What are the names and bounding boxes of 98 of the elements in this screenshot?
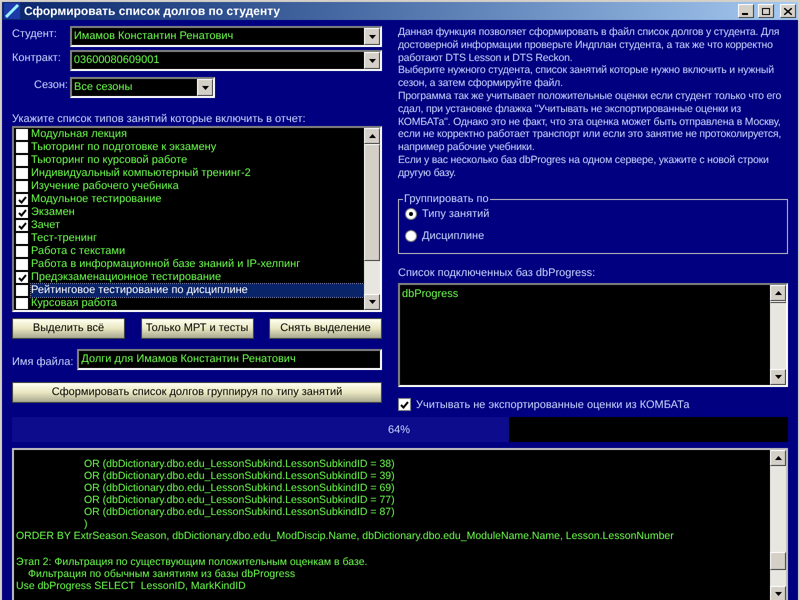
minimize-button[interactable] (738, 4, 754, 18)
scrollbar[interactable] (364, 128, 380, 310)
dropdown-button[interactable] (364, 28, 380, 45)
checkbox[interactable] (16, 142, 28, 153)
field-label: Студент: (12, 27, 58, 42)
checkbox[interactable] (398, 398, 411, 412)
dropdown[interactable]: Все сезоны (70, 77, 215, 98)
progress-reading: 64% (388, 423, 410, 438)
radio-button[interactable] (405, 208, 417, 220)
list-item[interactable]: Работа в информационной базе знаний и IP-хелпинг (31, 258, 364, 271)
checkbox[interactable] (16, 272, 28, 283)
radio-label: Типу занятий (422, 206, 490, 222)
action-button[interactable]: Только МРТ и тесты (140, 318, 254, 339)
database-item[interactable]: dbProgress (402, 286, 770, 302)
down-arrow-icon (774, 592, 782, 596)
checkbox[interactable] (16, 220, 28, 231)
checkmark-icon (18, 274, 26, 282)
down-arrow-icon (368, 300, 376, 304)
log-line: OR (dbDictionary.dbo.edu_LessonSubkind.LessonSubkindID = 69) (83, 482, 396, 494)
log-line: Use dbProgress SELECT LessonID, MarkKindID (16, 580, 247, 592)
description-paragraph: Данная функция позволяет сформировать в файл список долгов у студента. Для достоверной информации проверьте Индплан студента, а так же что корректно работают DTS Lesson и DTS Reckon. (398, 26, 780, 64)
window-title: Сформировать список долгов по студенту (24, 3, 282, 20)
maximize-button[interactable] (758, 4, 774, 18)
list-label: Список подключенных баз dbProgress: (398, 266, 596, 281)
checkbox[interactable] (16, 181, 28, 192)
list-item[interactable]: Индивидуальный компьютерный тренинг-2 (31, 167, 364, 180)
checkbox[interactable] (16, 246, 28, 257)
log-line: OR (dbDictionary.dbo.edu_LessonSubkind.LessonSubkindID = 77) (83, 494, 396, 506)
list-item[interactable]: Тест-тренинг (31, 232, 364, 245)
scroll-up-button[interactable] (770, 284, 786, 300)
scroll-down-button[interactable] (770, 368, 786, 384)
group-title: Группировать по (403, 192, 490, 206)
checkbox-label: Учитывать не экспортированные оценки из КОМБАТа (416, 398, 690, 412)
scroll-down-button[interactable] (770, 586, 786, 600)
list-item[interactable]: Экзамен (31, 206, 364, 219)
list-item[interactable]: Изучение рабочего учебника (31, 180, 364, 193)
list-item[interactable]: Предэкзаменационное тестирование (31, 271, 364, 284)
list-item[interactable]: Тьюторинг по курсовой работе (31, 154, 364, 167)
list-item[interactable]: Зачет (31, 219, 364, 232)
up-arrow-icon (774, 456, 782, 460)
checkbox[interactable] (16, 129, 28, 140)
action-button[interactable]: Снять выделение (269, 318, 382, 339)
list-item[interactable]: Модульное тестирование (31, 193, 364, 206)
action-button[interactable]: Выделить всё (12, 318, 125, 339)
caret-icon (368, 58, 376, 62)
down-arrow-icon (774, 374, 782, 378)
radio-label: Дисциплине (422, 228, 484, 244)
log-line: OR (dbDictionary.dbo.edu_LessonSubkind.LessonSubkindID = 39) (83, 470, 396, 482)
dropdown-button[interactable] (197, 79, 213, 96)
log-line: ORDER BY ExtrSeason.Season, dbDictionary.dbo.edu_ModDiscip.Name, dbDictionary.dbo.edu_ModuleName.Name, Lesson.LessonNumber (16, 530, 675, 542)
field-label: Сезон: (34, 78, 66, 93)
scroll-thumb[interactable] (770, 552, 786, 570)
checkbox[interactable] (16, 259, 28, 270)
up-arrow-icon (368, 134, 376, 138)
close-icon (784, 8, 792, 14)
log-line: OR (dbDictionary.dbo.edu_LessonSubkind.LessonSubkindID = 38) (83, 458, 396, 470)
scroll-down-button[interactable] (364, 294, 380, 310)
dropdown-button[interactable] (364, 52, 380, 69)
field-label: Имя файла: (12, 354, 74, 370)
checkbox[interactable] (16, 233, 28, 244)
field-label: Контракт: (12, 51, 62, 66)
checkbox[interactable] (16, 155, 28, 166)
list-item[interactable]: Работа с текстами (31, 245, 364, 258)
checkmark-icon (400, 400, 409, 409)
list-item[interactable]: Курсовая работа (31, 297, 364, 310)
scrollbar[interactable] (770, 284, 786, 384)
log-line: Этап 2: Фильтрация по существующим положительным оценкам в базе. (16, 556, 368, 568)
close-button[interactable] (780, 4, 796, 18)
generate-button[interactable]: Сформировать список долгов группируя по типу занятий (12, 382, 382, 403)
checkbox[interactable] (16, 207, 28, 218)
scroll-thumb[interactable] (364, 144, 380, 261)
log-line: Фильтрация по обычным занятиям из базы dbProgress (27, 568, 296, 580)
caret-icon (368, 34, 376, 38)
dropdown[interactable]: Имамов Константин Ренатович (70, 26, 382, 47)
dropdown[interactable]: 03600080609001 (70, 50, 382, 71)
up-arrow-icon (774, 290, 782, 294)
scroll-up-button[interactable] (364, 128, 380, 144)
list-item[interactable]: Рейтинговое тестирование по дисциплине (31, 284, 364, 297)
maximize-icon (762, 8, 770, 14)
description-paragraph: Программа так же учитывает положительные оценки если студент только что его сдал, при установке флажка "Учитывать не экспортированные оценки из КОМБАТа". Однако это не факт, что эта оценка может быть отправлена в Москву, если не корректно работает транспорт или если это занятие не протоколируется, например рабочие учебники. (398, 90, 782, 154)
radio-button[interactable] (405, 230, 417, 242)
checkbox[interactable] (16, 168, 28, 179)
list-item[interactable]: Модульная лекция (31, 128, 364, 141)
file-name-field[interactable]: Долги для Имамов Константин Ренатович (77, 349, 382, 370)
scroll-thumb[interactable] (770, 300, 786, 302)
checkbox[interactable] (16, 285, 28, 296)
checkbox[interactable] (16, 194, 28, 205)
description-paragraph: Выберите нужного студента, список занятий которые нужно включить и нужный сезон, а затем сформируйте файл. (398, 64, 775, 90)
caret-icon (202, 86, 208, 90)
scroll-up-button[interactable] (770, 450, 786, 466)
app-icon (4, 3, 20, 19)
description-paragraph: Если у вас несколько баз dbProgres на одном сервере, укажите с новой строки другую базу. (398, 154, 770, 180)
checkbox[interactable] (16, 298, 28, 309)
scrollbar[interactable] (770, 450, 786, 600)
list-label: Укажите список типов занятий которые включить в отчет: (12, 112, 307, 126)
log-line: ) (83, 518, 88, 530)
list-item[interactable]: Тьюторинг по подготовке к экзамену (31, 141, 364, 154)
log-line: OR (dbDictionary.dbo.edu_LessonSubkind.LessonSubkindID = 87) (83, 506, 396, 518)
